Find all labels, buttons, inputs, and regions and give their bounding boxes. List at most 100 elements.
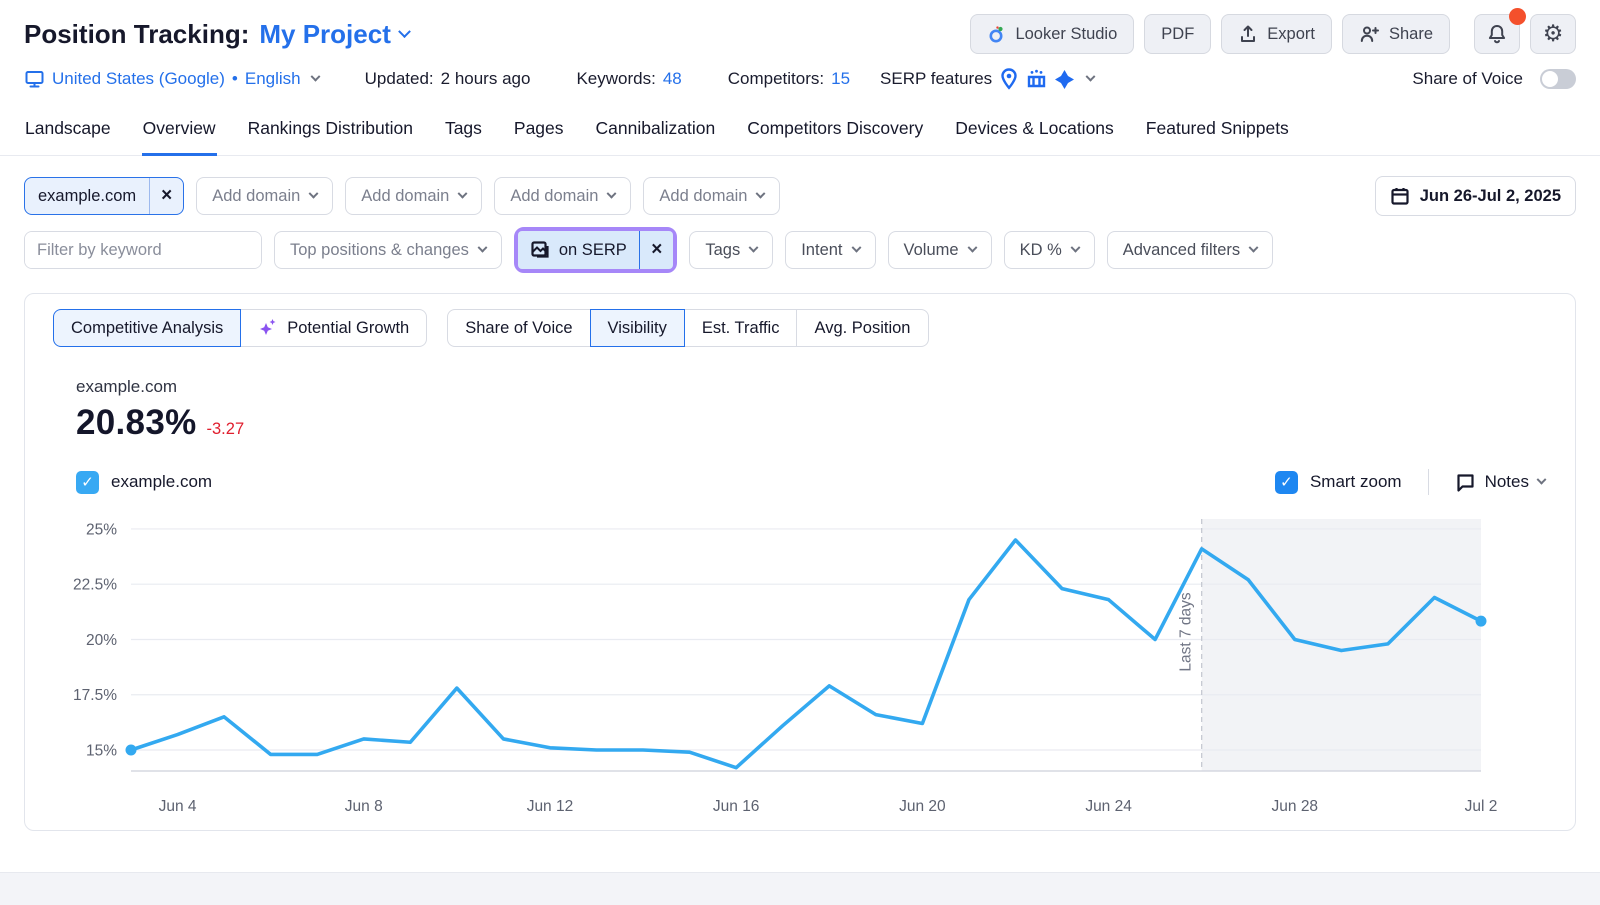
sitelinks-icon <box>1026 69 1047 89</box>
chevron-down-icon <box>458 188 468 198</box>
project-name[interactable]: My Project <box>259 19 391 50</box>
keyword-filter-input[interactable] <box>25 232 262 268</box>
notification-badge <box>1509 8 1526 25</box>
chart-view-controls: Competitive Analysis Potential Growth Sh… <box>25 294 1575 347</box>
svg-text:Last 7 days: Last 7 days <box>1178 592 1195 672</box>
chevron-down-icon <box>607 188 617 198</box>
keyword-filter-row: Top positions & changes on SERP × Tags <box>24 227 1576 273</box>
advanced-filters-dropdown[interactable]: Advanced filters <box>1107 231 1273 269</box>
metric-change: -3.27 <box>207 420 245 439</box>
chevron-down-icon <box>1086 71 1096 81</box>
on-serp-label: on SERP <box>559 241 627 260</box>
tab-landscape[interactable]: Landscape <box>24 114 112 155</box>
pdf-button[interactable]: PDF <box>1144 14 1211 54</box>
svg-text:17.5%: 17.5% <box>73 687 117 704</box>
domain-filter-row: example.com × Add domain Add domain Add … <box>24 176 1576 216</box>
legend-domain-label: example.com <box>111 472 212 492</box>
analysis-mode-switch: Competitive Analysis Potential Growth <box>53 309 427 347</box>
chevron-down-icon <box>1249 242 1259 252</box>
settings-button[interactable]: ⚙ <box>1530 14 1576 54</box>
tab-featured-snippets[interactable]: Featured Snippets <box>1145 114 1290 155</box>
metric-domain: example.com <box>76 377 1575 397</box>
page-title: Position Tracking: <box>24 19 249 50</box>
date-range-picker[interactable]: Jun 26-Jul 2, 2025 <box>1375 176 1576 216</box>
language-label[interactable]: English <box>245 69 301 89</box>
svg-text:15%: 15% <box>86 743 117 760</box>
remove-domain-icon[interactable]: × <box>150 185 183 207</box>
tab-tags[interactable]: Tags <box>444 114 483 155</box>
updated-value: 2 hours ago <box>441 69 531 89</box>
add-domain-dropdown-3[interactable]: Add domain <box>494 177 631 215</box>
competitive-analysis-button[interactable]: Competitive Analysis <box>53 309 241 347</box>
updated-info: Updated: 2 hours ago <box>365 69 531 89</box>
tab-competitors-discovery[interactable]: Competitors Discovery <box>746 114 924 155</box>
visibility-chart[interactable]: 15%17.5%20%22.5%25%Last 7 daysJun 4Jun 8… <box>31 505 1501 821</box>
svg-text:Jun 20: Jun 20 <box>899 798 946 815</box>
keywords-count[interactable]: 48 <box>663 69 682 89</box>
chevron-down-icon <box>477 242 487 252</box>
chevron-down-icon <box>967 242 977 252</box>
tab-pages[interactable]: Pages <box>513 114 565 155</box>
location-language-selector[interactable]: United States (Google) • English <box>24 69 319 89</box>
looker-studio-button[interactable]: Looker Studio <box>970 14 1134 54</box>
tab-cannibalization[interactable]: Cannibalization <box>595 114 717 155</box>
tags-dropdown[interactable]: Tags <box>689 231 773 269</box>
location-label[interactable]: United States (Google) <box>52 69 225 89</box>
svg-text:Jun 8: Jun 8 <box>345 798 383 815</box>
visibility-tab[interactable]: Visibility <box>590 309 685 347</box>
map-pin-icon <box>999 68 1019 90</box>
share-of-voice-tab[interactable]: Share of Voice <box>447 309 590 347</box>
est-traffic-tab[interactable]: Est. Traffic <box>684 309 798 347</box>
share-button[interactable]: Share <box>1342 14 1450 54</box>
domain-series-checkbox[interactable]: ✓ <box>76 471 99 494</box>
avg-position-tab[interactable]: Avg. Position <box>796 309 928 347</box>
notes-dropdown[interactable]: Notes <box>1455 472 1545 493</box>
chevron-down-icon <box>310 71 320 81</box>
metric-switch: Share of Voice Visibility Est. Traffic A… <box>447 309 928 347</box>
tab-devices-locations[interactable]: Devices & Locations <box>954 114 1115 155</box>
sparkles-icon <box>258 317 278 339</box>
chevron-down-icon <box>1070 242 1080 252</box>
export-icon <box>1238 24 1258 44</box>
chevron-down-icon <box>309 188 319 198</box>
notes-icon <box>1455 472 1476 493</box>
add-domain-dropdown-2[interactable]: Add domain <box>345 177 482 215</box>
meta-row: United States (Google) • English Updated… <box>24 68 1576 90</box>
chevron-down-icon <box>756 188 766 198</box>
smart-zoom-label: Smart zoom <box>1310 472 1402 492</box>
visibility-metric: example.com 20.83% -3.27 <box>76 377 1575 443</box>
keywords-info: Keywords: 48 <box>576 69 681 89</box>
date-range-label: Jun 26-Jul 2, 2025 <box>1420 187 1561 206</box>
tab-overview[interactable]: Overview <box>142 114 217 156</box>
serp-filter-highlight: on SERP × <box>514 227 677 273</box>
serp-features-selector[interactable]: SERP features <box>880 68 1094 90</box>
svg-text:25%: 25% <box>86 521 117 538</box>
volume-dropdown[interactable]: Volume <box>888 231 992 269</box>
chevron-down-icon <box>398 25 411 38</box>
add-domain-dropdown-4[interactable]: Add domain <box>643 177 780 215</box>
monitor-icon <box>24 69 45 89</box>
serp-feature-image-icon <box>530 240 550 260</box>
project-selector[interactable]: My Project <box>259 19 409 50</box>
remove-serp-filter-icon[interactable]: × <box>640 239 673 261</box>
domain-chip: example.com × <box>24 177 184 215</box>
bell-icon <box>1486 23 1508 45</box>
kd-dropdown[interactable]: KD % <box>1004 231 1095 269</box>
smart-zoom-checkbox[interactable]: ✓ <box>1275 471 1298 494</box>
share-of-voice-toggle[interactable] <box>1540 69 1576 89</box>
competitors-count[interactable]: 15 <box>831 69 850 89</box>
chevron-down-icon <box>851 242 861 252</box>
svg-text:20%: 20% <box>86 632 117 649</box>
chevron-down-icon <box>1537 474 1547 484</box>
tab-rankings-distribution[interactable]: Rankings Distribution <box>247 114 414 155</box>
add-domain-dropdown-1[interactable]: Add domain <box>196 177 333 215</box>
potential-growth-button[interactable]: Potential Growth <box>240 309 427 347</box>
on-serp-filter-chip[interactable]: on SERP × <box>518 231 673 269</box>
notifications-button[interactable] <box>1474 14 1520 54</box>
chart-container: 15%17.5%20%22.5%25%Last 7 daysJun 4Jun 8… <box>31 505 1575 826</box>
export-button[interactable]: Export <box>1221 14 1332 54</box>
intent-dropdown[interactable]: Intent <box>785 231 875 269</box>
top-positions-dropdown[interactable]: Top positions & changes <box>274 231 502 269</box>
svg-text:22.5%: 22.5% <box>73 577 117 594</box>
overview-card: Competitive Analysis Potential Growth Sh… <box>24 293 1576 831</box>
